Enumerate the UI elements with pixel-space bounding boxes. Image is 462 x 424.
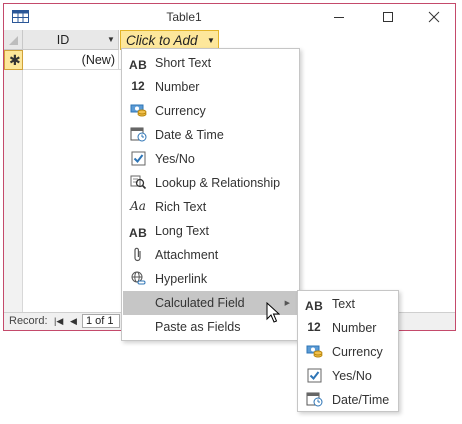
submenu-item-date-time[interactable]: Date/Time bbox=[299, 388, 397, 412]
menu-item-hyperlink[interactable]: Hyperlink bbox=[123, 267, 298, 291]
maximize-button[interactable] bbox=[372, 7, 404, 27]
menu-item-number[interactable]: 12 Number bbox=[123, 75, 298, 99]
close-button[interactable] bbox=[418, 7, 450, 27]
menu-item-label: Hyperlink bbox=[155, 272, 208, 286]
menu-item-label: Rich Text bbox=[155, 200, 207, 214]
menu-item-attachment[interactable]: Attachment bbox=[123, 243, 298, 267]
menu-item-lookup[interactable]: Lookup & Relationship bbox=[123, 171, 298, 195]
window-title: Table1 bbox=[166, 10, 202, 24]
text-icon: AB bbox=[305, 299, 324, 313]
menu-item-label: Number bbox=[155, 80, 200, 94]
date-time-icon bbox=[129, 127, 147, 143]
new-record-label: (New) bbox=[81, 53, 115, 67]
record-label: Record: bbox=[9, 315, 48, 327]
menu-item-date-time[interactable]: Date & Time bbox=[123, 123, 298, 147]
lookup-icon bbox=[129, 175, 147, 191]
first-record-icon[interactable]: |◀ bbox=[54, 316, 63, 327]
menu-item-rich-text[interactable]: Aa Rich Text bbox=[123, 195, 298, 219]
menu-item-label: Lookup & Relationship bbox=[155, 176, 281, 190]
submenu-item-text[interactable]: AB Text bbox=[299, 292, 397, 316]
column-header-id[interactable]: ID ▼ bbox=[23, 30, 119, 50]
menu-item-long-text[interactable]: AB Long Text bbox=[123, 219, 298, 243]
click-to-add-header[interactable]: Click to Add ▼ bbox=[120, 30, 219, 50]
attachment-icon bbox=[129, 247, 147, 263]
previous-record-icon[interactable]: ◀ bbox=[70, 316, 77, 327]
submenu-item-label: Text bbox=[332, 297, 355, 311]
submenu-item-currency[interactable]: Currency bbox=[299, 340, 397, 364]
yes-no-icon bbox=[305, 368, 323, 384]
menu-item-label: Short Text bbox=[155, 56, 212, 70]
menu-item-short-text[interactable]: AB Short Text bbox=[123, 51, 298, 75]
menu-item-label: Date & Time bbox=[155, 128, 224, 142]
menu-item-yes-no[interactable]: Yes/No bbox=[123, 147, 298, 171]
mouse-pointer-icon bbox=[266, 301, 281, 327]
new-record-id-cell[interactable]: (New) bbox=[23, 50, 119, 70]
menu-item-label: Paste as Fields bbox=[155, 320, 241, 334]
submenu-item-label: Date/Time bbox=[332, 393, 390, 407]
number-icon: 12 bbox=[131, 79, 145, 93]
record-selector-column bbox=[4, 70, 23, 312]
date-time-icon bbox=[305, 392, 323, 408]
submenu-item-number[interactable]: 12 Number bbox=[299, 316, 397, 340]
menu-item-label: Currency bbox=[155, 104, 206, 118]
menu-item-label: Calculated Field bbox=[155, 296, 245, 310]
menu-item-currency[interactable]: Currency bbox=[123, 99, 298, 123]
submenu-item-label: Number bbox=[332, 321, 377, 335]
short-text-icon: AB bbox=[129, 58, 148, 72]
new-record-icon: ✱ bbox=[9, 52, 21, 68]
calculated-field-submenu: AB Text 12 Number Currency Yes/No Date/T… bbox=[297, 290, 399, 412]
hyperlink-icon bbox=[129, 271, 147, 287]
currency-icon bbox=[305, 344, 323, 360]
long-text-icon: AB bbox=[129, 226, 148, 240]
submenu-item-label: Yes/No bbox=[332, 369, 372, 383]
submenu-arrow-icon: ▶ bbox=[284, 300, 290, 307]
menu-item-label: Long Text bbox=[155, 224, 209, 238]
submenu-item-yes-no[interactable]: Yes/No bbox=[299, 364, 397, 388]
rich-text-icon: Aa bbox=[130, 199, 146, 213]
submenu-item-label: Currency bbox=[332, 345, 383, 359]
click-to-add-label: Click to Add bbox=[126, 33, 198, 48]
minimize-button[interactable] bbox=[323, 7, 355, 27]
yes-no-icon bbox=[129, 151, 147, 167]
menu-item-label: Attachment bbox=[155, 248, 219, 262]
number-icon: 12 bbox=[307, 320, 321, 334]
title-bar[interactable]: Table1 bbox=[4, 4, 455, 30]
new-record-selector[interactable]: ✱ bbox=[4, 50, 23, 70]
select-all-corner[interactable] bbox=[4, 30, 23, 50]
currency-icon bbox=[129, 103, 147, 119]
column-header-label: ID bbox=[56, 33, 70, 47]
chevron-down-icon[interactable]: ▼ bbox=[107, 35, 115, 44]
field-type-menu: AB Short Text 12 Number Currency Date & … bbox=[121, 48, 300, 341]
chevron-down-icon[interactable]: ▼ bbox=[207, 36, 215, 45]
current-record-field[interactable]: 1 of 1 bbox=[82, 314, 120, 328]
menu-item-label: Yes/No bbox=[155, 152, 195, 166]
